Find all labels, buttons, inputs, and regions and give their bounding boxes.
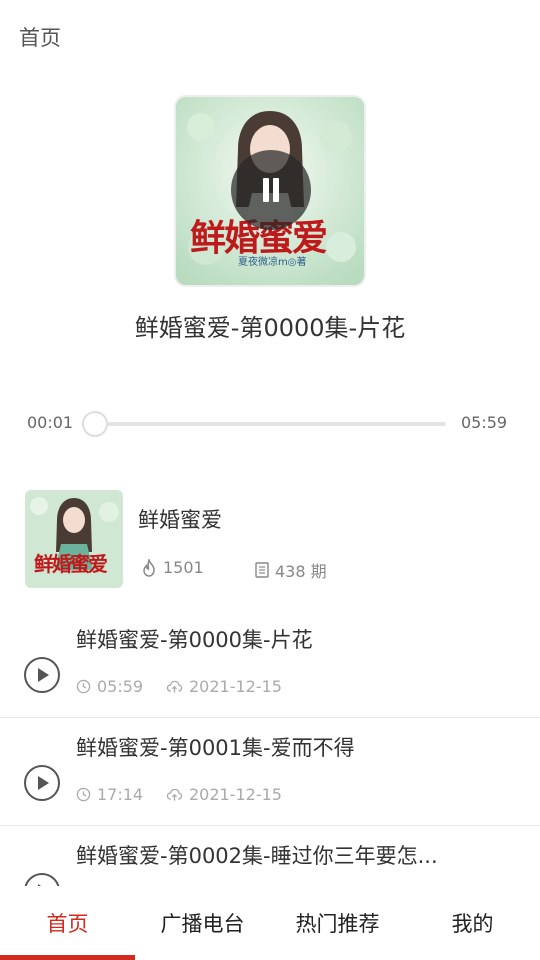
episode-duration-text: 05:59 [97,677,144,696]
cloud-upload-icon [166,680,183,693]
episode-duration-text: 17:14 [97,785,144,804]
episode-duration: 17:14 [76,785,143,804]
episode-item[interactable]: 鲜婚蜜爱-第0001集-爱而不得 17:14 2021-12-15 [0,718,540,826]
tab-mine[interactable]: 我的 [405,886,540,960]
cover-author-text: 夏夜微凉m◎著 [238,257,307,268]
pause-button[interactable] [231,150,311,230]
total-time: 05:59 [461,413,508,432]
episode-date-text: 2021-12-15 [189,785,282,804]
clock-icon [76,679,91,694]
tab-radio[interactable]: 广播电台 [135,886,270,960]
episode-duration: 05:59 [76,677,143,696]
fire-icon [143,558,155,577]
episode-title: 鲜婚蜜爱-第0001集-爱而不得 [76,736,355,760]
episode-item[interactable]: 鲜婚蜜爱-第0000集-片花 05:59 2021-12-15 [0,610,540,718]
episode-date: 2021-12-15 [166,785,282,804]
tab-home[interactable]: 首页 [0,886,135,960]
clock-icon [76,787,91,802]
album-episodes-count: 438 期 [275,562,327,581]
progress-bar[interactable] [95,422,446,426]
page-title: 首页 [19,26,61,50]
play-icon[interactable] [24,765,60,801]
tab-recommend[interactable]: 热门推荐 [270,886,405,960]
header: 首页 [0,0,540,72]
progress-thumb[interactable] [82,411,108,437]
album-cover-title: 鲜婚蜜爱 [34,552,108,576]
pause-icon [263,178,269,202]
episode-date-text: 2021-12-15 [189,677,282,696]
album-name: 鲜婚蜜爱 [138,508,222,532]
album-episodes: 438 期 [255,558,327,582]
list-icon [255,562,269,578]
play-icon[interactable] [24,657,60,693]
current-time: 00:01 [27,413,74,432]
album-info[interactable]: 鲜婚蜜爱 鲜婚蜜爱 1501 438 期 [0,488,540,592]
play-icon[interactable] [24,873,60,886]
album-plays-count: 1501 [163,558,204,577]
bottom-tab-bar: 首页 广播电台 热门推荐 我的 [0,886,540,960]
tab-active-indicator [0,955,135,960]
episode-date: 2021-12-15 [166,677,282,696]
album-plays: 1501 [141,558,204,577]
episode-item[interactable]: 鲜婚蜜爱-第0002集-睡过你三年要怎... [0,826,540,886]
cloud-upload-icon [166,788,183,801]
episode-title: 鲜婚蜜爱-第0002集-睡过你三年要怎... [76,844,438,868]
album-cover: 鲜婚蜜爱 [25,490,123,588]
track-title: 鲜婚蜜爱-第0000集-片花 [134,314,406,342]
episode-title: 鲜婚蜜爱-第0000集-片花 [76,628,313,652]
